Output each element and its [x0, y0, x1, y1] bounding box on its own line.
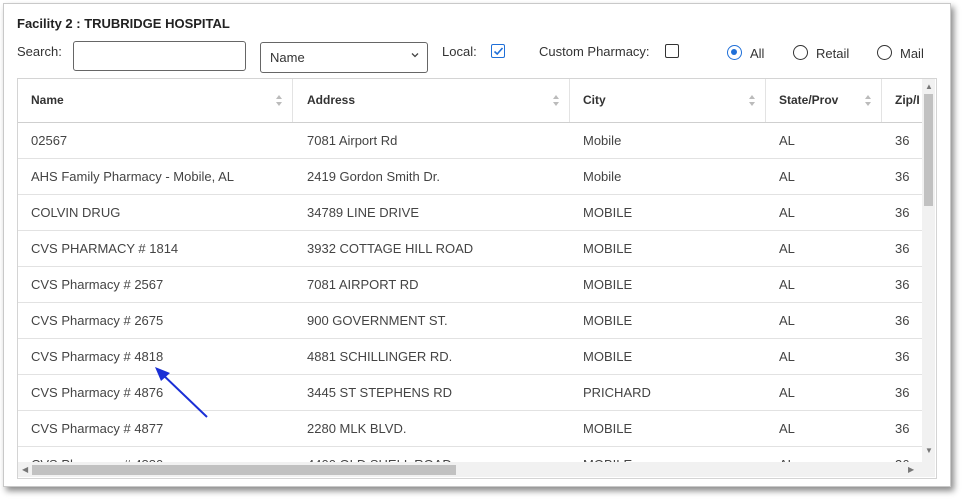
- annotation-arrow-icon: [155, 367, 208, 418]
